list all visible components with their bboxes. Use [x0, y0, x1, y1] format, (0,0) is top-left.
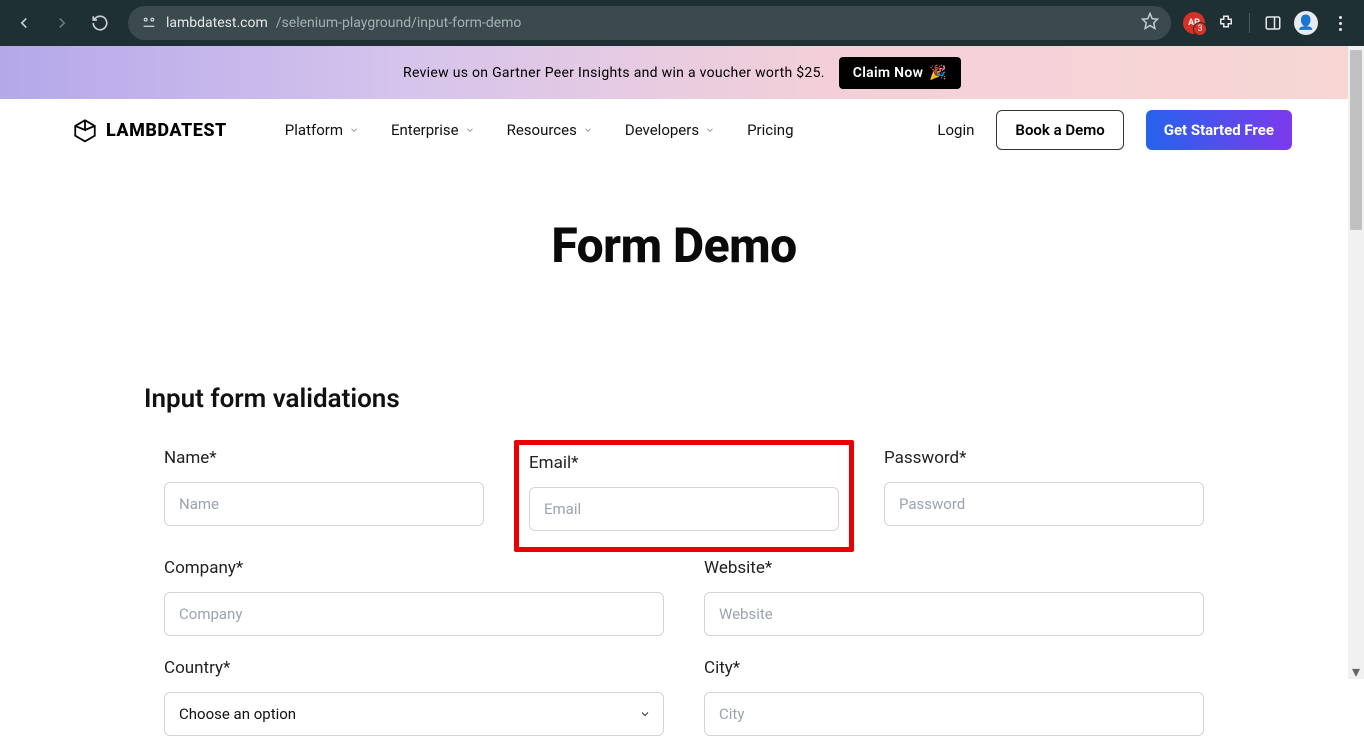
field-city: City* [704, 658, 1204, 736]
browser-toolbar: lambdatest.com/selenium-playground/input… [0, 0, 1364, 46]
email-input[interactable] [529, 487, 839, 531]
password-input[interactable] [884, 482, 1204, 526]
chevron-down-icon [465, 125, 475, 135]
lambdatest-logomark-icon [72, 117, 98, 143]
separator [1249, 13, 1250, 33]
arrow-right-icon [53, 14, 71, 32]
get-started-button[interactable]: Get Started Free [1146, 110, 1292, 150]
bookmark-icon[interactable] [1141, 12, 1159, 34]
form-row-3: Country* Choose an option City* [164, 658, 1204, 736]
header-actions: Login Book a Demo Get Started Free [937, 110, 1292, 150]
page-title: Form Demo [0, 217, 1348, 274]
form-row-1: Name* Email* Password* [164, 448, 1204, 536]
brand-name: LAMBDATEST [106, 120, 227, 141]
field-country: Country* Choose an option [164, 658, 664, 736]
page-scrollbar-thumb[interactable] [1350, 50, 1362, 230]
arrow-left-icon [15, 14, 33, 32]
nav-enterprise[interactable]: Enterprise [391, 121, 475, 139]
city-input[interactable] [704, 692, 1204, 736]
browser-actions: AP 👤 [1183, 11, 1356, 35]
nav-developers[interactable]: Developers [625, 121, 715, 139]
field-password: Password* [884, 448, 1204, 536]
reload-button[interactable] [84, 7, 116, 39]
promo-text: Review us on Gartner Peer Insights and w… [403, 65, 825, 81]
city-label: City* [704, 658, 1204, 678]
promo-button-label: Claim Now [853, 65, 923, 81]
email-label: Email* [529, 453, 839, 473]
nav-resources[interactable]: Resources [507, 121, 593, 139]
website-input[interactable] [704, 592, 1204, 636]
promo-claim-button[interactable]: Claim Now 🎉 [839, 57, 961, 89]
chevron-down-icon [349, 125, 359, 135]
party-icon: 🎉 [929, 65, 947, 81]
nav-platform[interactable]: Platform [285, 121, 359, 139]
url-path: /selenium-playground/input-form-demo [276, 15, 522, 31]
form-section: Input form validations Name* Email* Pass… [144, 384, 1204, 736]
extensions-icon[interactable] [1215, 12, 1237, 34]
site-header: LAMBDATEST Platform Enterprise Resources… [0, 99, 1364, 161]
book-demo-button[interactable]: Book a Demo [996, 110, 1123, 150]
brand-logo[interactable]: LAMBDATEST [72, 117, 227, 143]
company-input[interactable] [164, 592, 664, 636]
form-grid: Name* Email* Password* Company* [144, 448, 1204, 736]
url-host: lambdatest.com [166, 15, 268, 31]
browser-menu-button[interactable] [1328, 11, 1352, 35]
nav-pricing[interactable]: Pricing [747, 121, 793, 139]
name-label: Name* [164, 448, 484, 468]
extension-badge[interactable]: AP [1183, 12, 1205, 34]
name-input[interactable] [164, 482, 484, 526]
highlight-annotation: Email* [514, 440, 854, 552]
chevron-down-icon [583, 125, 593, 135]
profile-avatar[interactable]: 👤 [1294, 11, 1318, 35]
field-website: Website* [704, 558, 1204, 636]
forward-button[interactable] [46, 7, 78, 39]
company-label: Company* [164, 558, 664, 578]
field-email: Email* [524, 448, 844, 536]
section-heading: Input form validations [144, 384, 1204, 414]
promo-banner: Review us on Gartner Peer Insights and w… [0, 46, 1364, 99]
page-main: Form Demo Input form validations Name* E… [0, 161, 1348, 736]
country-label: Country* [164, 658, 664, 678]
address-bar[interactable]: lambdatest.com/selenium-playground/input… [128, 6, 1171, 40]
login-link[interactable]: Login [937, 121, 974, 139]
password-label: Password* [884, 448, 1204, 468]
back-button[interactable] [8, 7, 40, 39]
chevron-down-icon [705, 125, 715, 135]
site-info-icon[interactable] [140, 14, 158, 32]
field-name: Name* [164, 448, 484, 536]
scroll-down-icon[interactable]: ▾ [1348, 663, 1364, 679]
field-company: Company* [164, 558, 664, 636]
form-row-2: Company* Website* [164, 558, 1204, 636]
main-nav: Platform Enterprise Resources Developers… [285, 121, 794, 139]
website-label: Website* [704, 558, 1204, 578]
side-panel-icon[interactable] [1262, 12, 1284, 34]
country-select[interactable]: Choose an option [164, 692, 664, 736]
reload-icon [91, 14, 109, 32]
